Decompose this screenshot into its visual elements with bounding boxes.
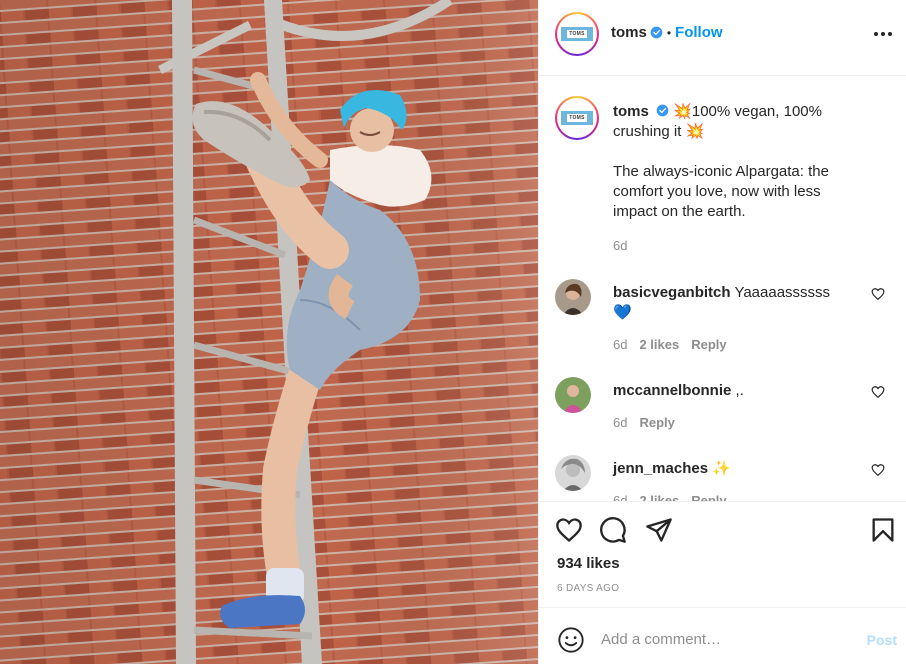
comment-time[interactable]: 6d (613, 337, 627, 352)
author-username[interactable]: toms (611, 24, 647, 41)
like-comment-heart-icon[interactable] (871, 385, 885, 399)
caption-text: toms 💥100% vegan, 100% crushing it 💥 The… (613, 102, 853, 222)
post-time-ago: 6 DAYS AGO (557, 583, 620, 594)
post-photo[interactable] (0, 0, 538, 664)
toms-logo-text: TOMS (567, 30, 587, 38)
toms-logo-text: TOMS (567, 114, 587, 122)
like-heart-icon[interactable] (555, 516, 583, 544)
follow-button[interactable]: Follow (675, 24, 723, 41)
commenter-username[interactable]: mccannelbonnie (613, 382, 731, 399)
post-photo-illustration (0, 0, 538, 664)
commenter-username[interactable]: jenn_maches (613, 460, 708, 477)
comment-body: mccannelbonnie ,. (613, 381, 843, 401)
comment-likes[interactable]: 2 likes (639, 337, 679, 352)
comments-list[interactable]: TOMS toms 💥100% vegan, 100% crushing it … (539, 76, 906, 501)
share-plane-icon[interactable] (645, 516, 673, 544)
commenter-avatar[interactable] (555, 377, 591, 413)
commenter-username[interactable]: basicveganbitch (613, 284, 731, 301)
reply-button[interactable]: Reply (639, 415, 674, 430)
more-dots-icon[interactable] (871, 22, 895, 46)
likes-count[interactable]: 934 likes (557, 555, 620, 572)
toms-logo: TOMS (561, 27, 593, 41)
save-bookmark-icon[interactable] (869, 516, 897, 544)
comment-body: basicveganbitch Yaaaaassssss 💙 (613, 283, 843, 323)
comment-time[interactable]: 6d (613, 415, 627, 430)
caption-username[interactable]: toms (613, 103, 649, 120)
comment-item: mccannelbonnie ,. 6d Reply (555, 377, 895, 437)
verified-badge-icon (656, 104, 669, 117)
instagram-post-view: TOMS toms • Follow TOMS toms 💥100% vegan… (0, 0, 906, 664)
emoji-icon[interactable] (557, 626, 585, 654)
post-comment-button[interactable]: Post (867, 632, 897, 648)
comment-text: ✨ (712, 460, 731, 477)
reply-button[interactable]: Reply (691, 493, 726, 501)
comment-meta: 6d 2 likes Reply (613, 493, 727, 501)
comment-item: basicveganbitch Yaaaaassssss 💙 6d 2 like… (555, 279, 895, 352)
comment-time[interactable]: 6d (613, 493, 627, 501)
author-avatar[interactable]: TOMS (555, 12, 599, 56)
caption-time[interactable]: 6d (613, 238, 627, 253)
post-side-panel: TOMS toms • Follow TOMS toms 💥100% vegan… (538, 0, 906, 664)
comment-bubble-icon[interactable] (599, 516, 627, 544)
comment-body: jenn_maches ✨ (613, 459, 843, 479)
verified-badge-icon (650, 26, 663, 39)
toms-logo: TOMS (561, 111, 593, 125)
comment-text: ,. (735, 382, 744, 399)
like-comment-heart-icon[interactable] (871, 287, 885, 301)
post-header: TOMS toms • Follow (539, 0, 906, 76)
commenter-avatar[interactable] (555, 279, 591, 315)
commenter-avatar[interactable] (555, 455, 591, 491)
comment-item: jenn_maches ✨ 6d 2 likes Reply (555, 455, 895, 501)
reply-button[interactable]: Reply (691, 337, 726, 352)
caption-avatar[interactable]: TOMS (555, 96, 599, 140)
caption-line-2: The always-iconic Alpargata: the comfort… (613, 163, 829, 220)
post-actions: 934 likes 6 DAYS AGO (539, 501, 906, 607)
like-comment-heart-icon[interactable] (871, 463, 885, 477)
add-comment-bar: Post (539, 607, 906, 664)
comment-meta: 6d 2 likes Reply (613, 337, 727, 352)
comment-likes[interactable]: 2 likes (639, 493, 679, 501)
comment-meta: 6d Reply (613, 415, 675, 430)
comment-input[interactable] (601, 627, 831, 651)
header-separator: • (666, 25, 672, 40)
